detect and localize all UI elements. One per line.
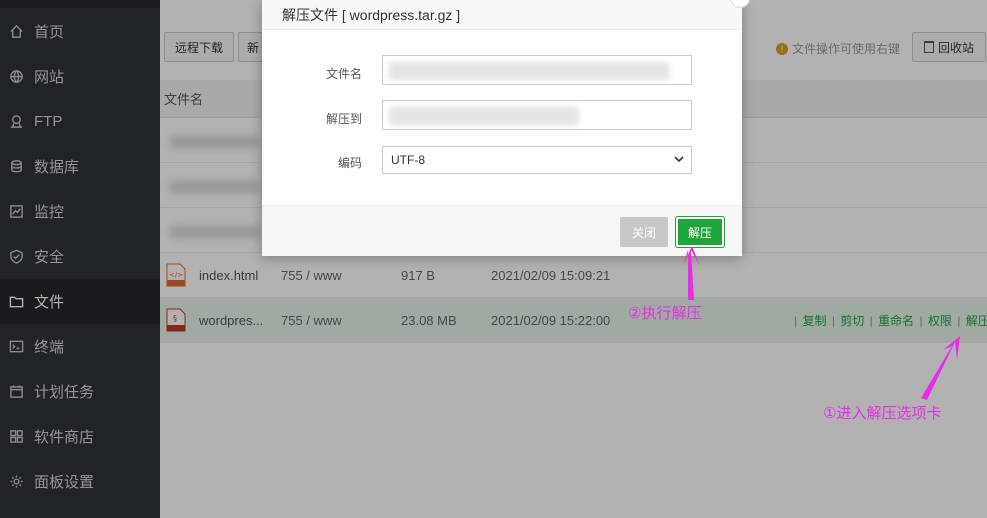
encoding-value: UTF-8 xyxy=(391,153,425,167)
redacted-value xyxy=(389,62,669,80)
annotation-step2: ②执行解压 xyxy=(628,305,702,322)
dialog-footer: 关闭 解压 xyxy=(262,205,742,256)
chevron-down-icon xyxy=(674,156,684,163)
filename-label: 文件名 xyxy=(325,67,362,81)
close-button[interactable]: 关闭 xyxy=(620,217,668,247)
filename-field[interactable] xyxy=(382,55,692,85)
encoding-select[interactable]: UTF-8 xyxy=(382,146,692,174)
extract-dialog: 解压文件 [ wordpress.tar.gz ] 文件名 解压到 编码 UTF… xyxy=(262,0,750,256)
encoding-label: 编码 xyxy=(337,156,362,170)
extract-button[interactable]: 解压 xyxy=(675,216,725,248)
annotation-step1: ①进入解压选项卡 xyxy=(823,405,942,422)
extract-to-label: 解压到 xyxy=(325,112,362,126)
redacted-value xyxy=(389,107,579,125)
extract-path-field[interactable] xyxy=(382,100,692,130)
dialog-title: 解压文件 [ wordpress.tar.gz ] xyxy=(262,0,742,30)
